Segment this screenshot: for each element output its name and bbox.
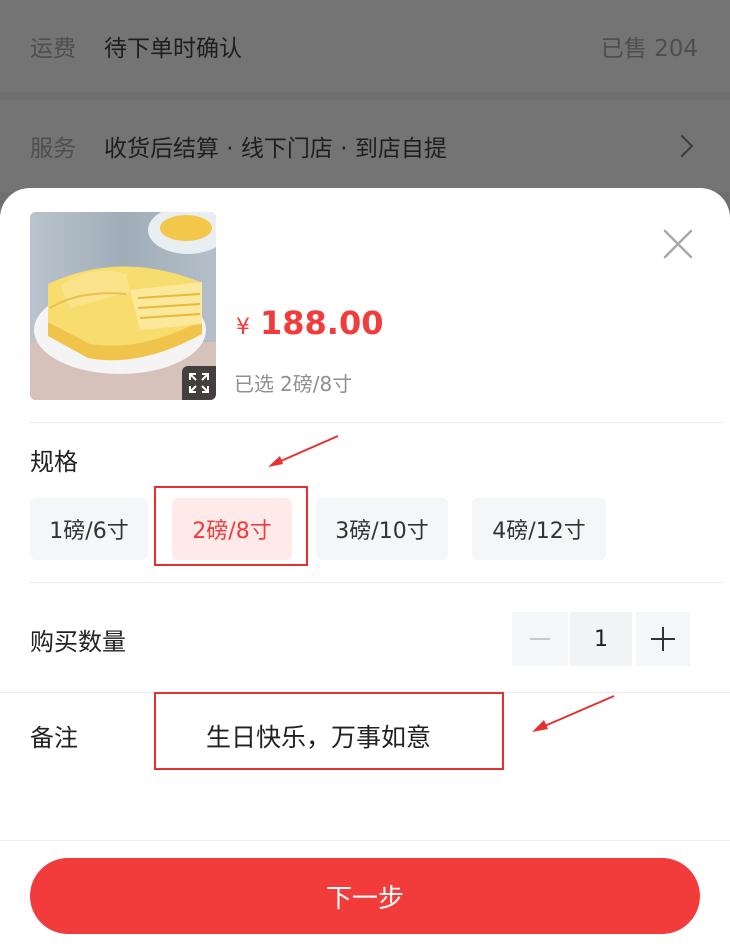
service-value: 收货后结算 · 线下门店 · 到店自提 (104, 136, 447, 162)
spec-option-3[interactable]: 3磅/10寸 (316, 498, 448, 560)
price: ¥188.00 (236, 304, 383, 342)
plus-icon (651, 627, 675, 651)
quantity-input[interactable]: 1 (570, 612, 632, 666)
shipping-value: 待下单时确认 (104, 36, 242, 62)
shipping-row: 运费 待下单时确认 已售 204 (0, 0, 730, 92)
annotation-box-spec (154, 486, 308, 566)
quantity-stepper: 1 (512, 612, 690, 666)
close-button[interactable] (660, 226, 696, 262)
close-icon (663, 229, 693, 259)
next-step-button[interactable]: 下一步 (30, 858, 700, 934)
sku-selector-sheet: ¥188.00 已选 2磅/8寸 规格 1磅/6寸 2磅/8寸 3磅/10寸 4磅… (0, 188, 730, 948)
sold-count: 已售 204 (600, 36, 698, 62)
chevron-right-icon (670, 134, 694, 158)
annotation-arrow-icon (268, 435, 339, 467)
expand-icon (189, 373, 209, 393)
divider (30, 582, 724, 583)
shipping-label: 运费 (30, 36, 76, 62)
minus-icon (530, 638, 550, 640)
remark-label: 备注 (30, 724, 78, 752)
selected-value: 2磅/8寸 (280, 372, 353, 396)
decrease-button[interactable] (512, 612, 568, 666)
annotation-box-remark (154, 692, 504, 770)
product-image[interactable] (30, 212, 216, 400)
service-row[interactable]: 服务 收货后结算 · 线下门店 · 到店自提 (0, 100, 730, 192)
expand-image-button[interactable] (182, 366, 216, 400)
selected-prefix: 已选 (234, 372, 274, 396)
price-currency: ¥ (236, 315, 250, 340)
service-label: 服务 (30, 136, 76, 162)
divider (30, 422, 724, 423)
spec-option-4[interactable]: 4磅/12寸 (472, 498, 606, 560)
annotation-arrow-icon (532, 695, 615, 732)
spec-title: 规格 (30, 448, 78, 476)
quantity-label: 购买数量 (30, 628, 126, 656)
spec-option-1[interactable]: 1磅/6寸 (30, 498, 148, 560)
divider (0, 840, 730, 841)
price-amount: 188.00 (260, 304, 384, 342)
selected-spec-info: 已选 2磅/8寸 (234, 368, 358, 397)
increase-button[interactable] (636, 612, 690, 666)
